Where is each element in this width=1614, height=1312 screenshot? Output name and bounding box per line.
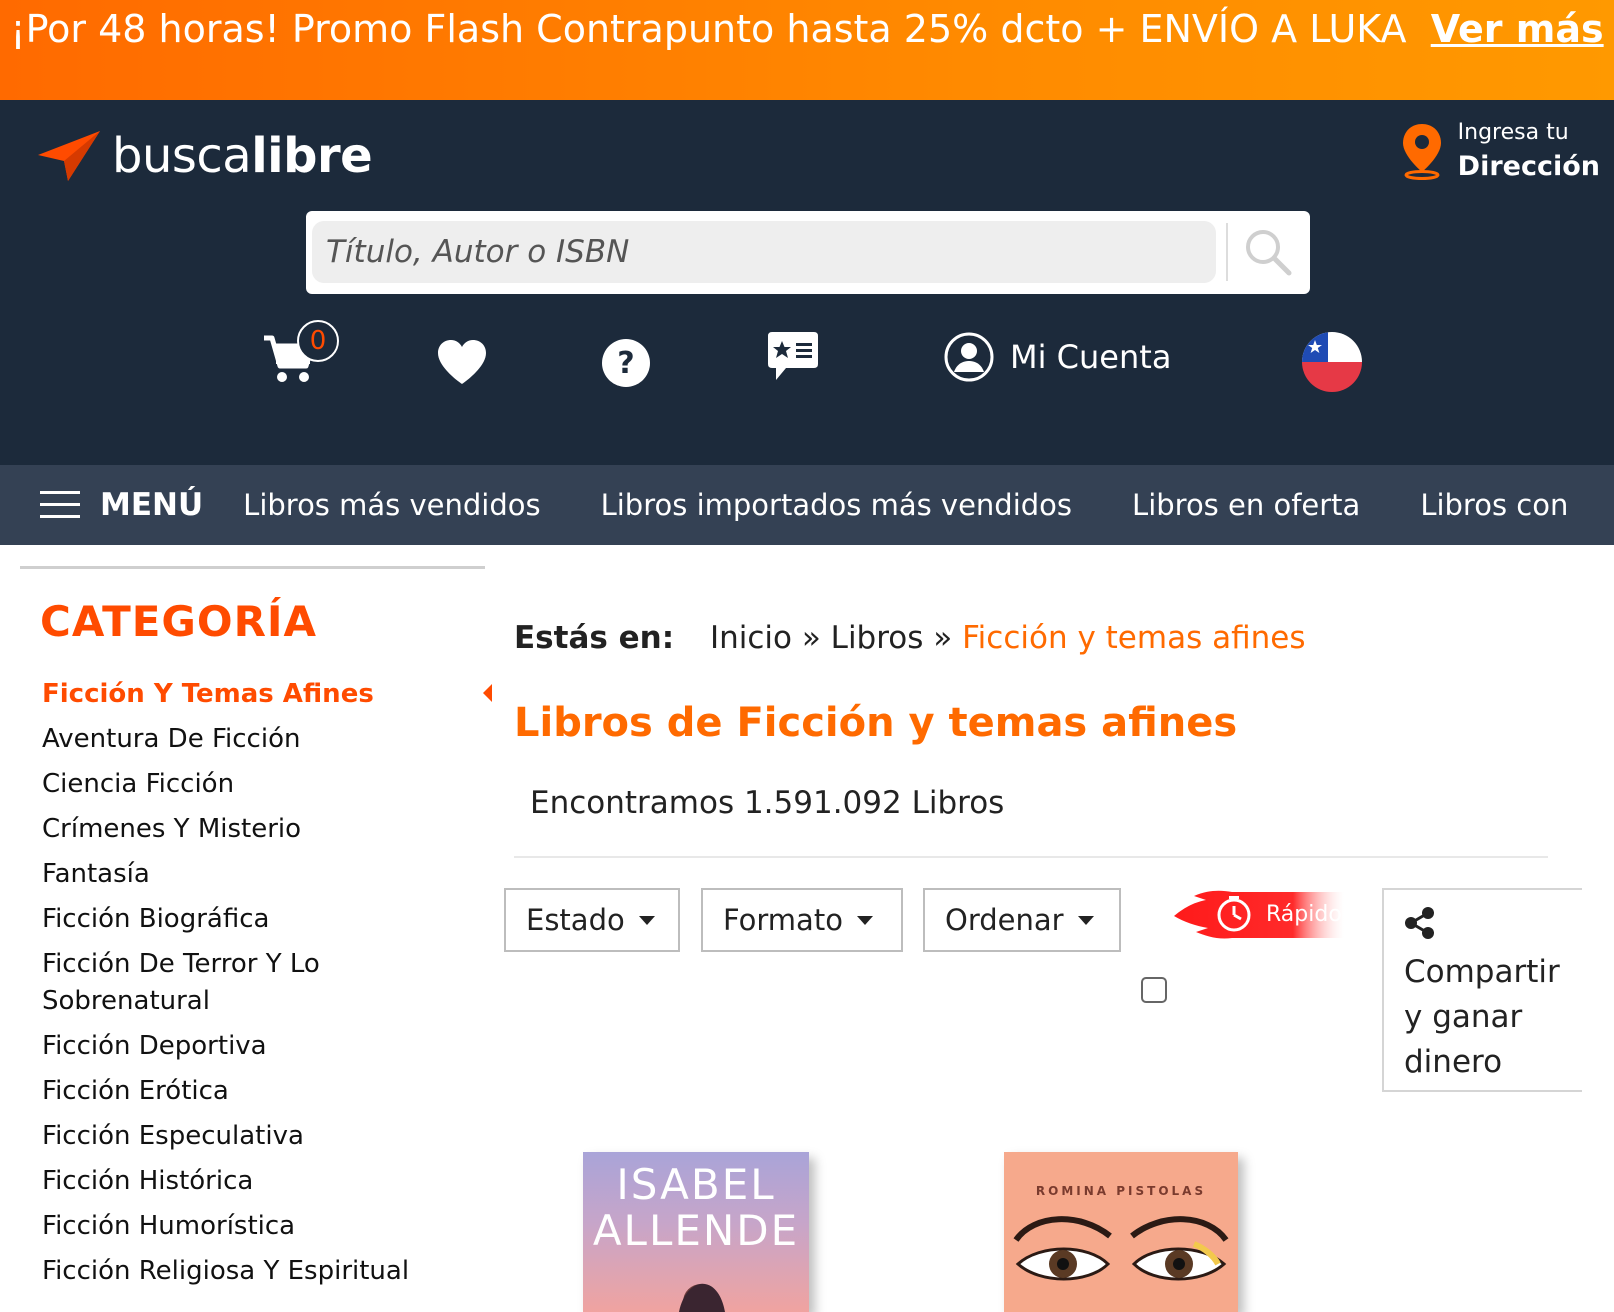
nav-link-mas-vendidos[interactable]: Libros más vendidos (243, 488, 540, 522)
breadcrumb-current[interactable]: Ficción y temas afines (962, 620, 1305, 656)
filter-estado-dropdown[interactable]: Estado (504, 888, 680, 952)
rapido-checkbox[interactable] (1141, 977, 1167, 1003)
filter-label: Ordenar (945, 903, 1064, 937)
nav-link-oferta[interactable]: Libros en oferta (1132, 488, 1360, 522)
chile-flag-icon (1302, 332, 1362, 392)
category-sidebar: CATEGORÍA Ficción Y Temas Afines Aventur… (20, 566, 492, 1298)
promo-text: ¡Por 48 horas! Promo Flash Contrapunto h… (10, 7, 1407, 51)
nav-link-importados[interactable]: Libros importados más vendidos (601, 488, 1072, 522)
category-item[interactable]: Ficción Humorística (42, 1208, 485, 1245)
heart-icon (438, 340, 486, 384)
cart-count-badge: 0 (297, 320, 339, 362)
logo-text: buscalibre (112, 128, 373, 184)
country-selector[interactable] (1302, 332, 1362, 396)
cart-button[interactable]: 0 (262, 320, 339, 390)
nav-link-con-e[interactable]: Libros con e (1420, 488, 1575, 522)
address-selector[interactable]: Ingresa tu Dirección (1400, 120, 1600, 182)
category-item[interactable]: Crímenes Y Misterio (42, 811, 485, 848)
reviews-button[interactable] (766, 330, 820, 386)
address-hint: Ingresa tu (1457, 120, 1569, 145)
breadcrumb-path[interactable]: Inicio » Libros » (710, 620, 952, 656)
search-divider (1226, 223, 1228, 281)
search-button[interactable] (1236, 223, 1300, 281)
results-divider (514, 856, 1548, 858)
category-item[interactable]: Aventura De Ficción (42, 721, 485, 758)
results-count: Encontramos 1.591.092 Libros (530, 785, 1005, 821)
address-label: Dirección (1457, 151, 1600, 182)
main-nav: MENÚ Libros más vendidos Libros importad… (0, 465, 1614, 545)
breadcrumb: Estás en: Inicio » Libros » Ficción y te… (514, 620, 1305, 656)
category-item[interactable]: Ficción Histórica (42, 1163, 485, 1200)
category-item[interactable]: Ficción Religiosa Y Espiritual (42, 1253, 485, 1290)
svg-text:?: ? (617, 346, 634, 381)
account-label: Mi Cuenta (1010, 338, 1172, 376)
filter-label: Formato (723, 903, 843, 937)
user-icon (944, 332, 994, 382)
rapido-label: Rápido (1266, 902, 1342, 927)
promo-link[interactable]: Ver más (1431, 7, 1604, 51)
category-list: Ficción Y Temas Afines Aventura De Ficci… (20, 676, 492, 1290)
rapido-badge[interactable]: Rápido (1174, 888, 1344, 942)
caret-down-icon (856, 915, 873, 925)
page-title: Libros de Ficción y temas afines (514, 700, 1238, 746)
search-icon (1246, 230, 1292, 276)
filter-ordenar-dropdown[interactable]: Ordenar (923, 888, 1121, 952)
filter-label: Estado (526, 903, 625, 937)
header-icons: 0 ? Mi Cuenta (0, 320, 1614, 410)
wishlist-button[interactable] (436, 338, 488, 390)
hamburger-icon (40, 491, 80, 519)
share-earn-button[interactable]: Compartir y ganar dinero (1382, 888, 1582, 1092)
book-cover[interactable]: ISABEL ALLENDE (583, 1152, 809, 1312)
category-item[interactable]: Ficción Biográfica (42, 901, 485, 938)
filter-formato-dropdown[interactable]: Formato (701, 888, 903, 952)
category-item[interactable]: Fantasía (42, 856, 485, 893)
category-item[interactable]: Ficción De Terror Y Lo Sobrenatural (42, 946, 485, 1020)
breadcrumb-label: Estás en: (514, 620, 675, 656)
book-cover[interactable]: ROMINA PISTOLAS (1004, 1152, 1238, 1312)
caret-down-icon (638, 915, 655, 925)
location-pin-icon (1402, 124, 1441, 180)
category-item[interactable]: Ficción Deportiva (42, 1028, 485, 1065)
search-input[interactable] (312, 221, 1216, 283)
site-header: buscalibre Ingresa tu Dirección Título, … (0, 100, 1614, 465)
share-icon (1405, 907, 1434, 939)
caret-down-icon (1077, 915, 1094, 925)
category-item-label: Ficción De Terror Y Lo Sobrenatural (42, 949, 320, 1016)
category-item[interactable]: Ciencia Ficción (42, 766, 485, 803)
share-label: Compartir y ganar dinero (1404, 954, 1560, 1080)
book-cover-eyes (1013, 1216, 1229, 1281)
book-cover-illustration (679, 1283, 725, 1312)
sidebar-divider (20, 566, 485, 569)
account-button[interactable]: Mi Cuenta (944, 332, 1171, 382)
menu-button[interactable]: MENÚ (40, 487, 203, 523)
logo[interactable]: buscalibre (38, 128, 373, 184)
category-item[interactable]: Ficción Especulativa (42, 1118, 485, 1155)
chat-review-icon (768, 332, 818, 380)
category-item-active[interactable]: Ficción Y Temas Afines (42, 676, 492, 713)
category-item[interactable]: Ficción Erótica (42, 1073, 485, 1110)
category-title: CATEGORÍA (40, 597, 318, 646)
paper-plane-icon (38, 131, 100, 181)
help-button[interactable]: ? (601, 338, 651, 392)
question-icon: ? (602, 339, 650, 387)
promo-banner: ¡Por 48 horas! Promo Flash Contrapunto h… (0, 0, 1614, 100)
menu-label: MENÚ (100, 487, 204, 523)
search-bar (306, 211, 1310, 294)
